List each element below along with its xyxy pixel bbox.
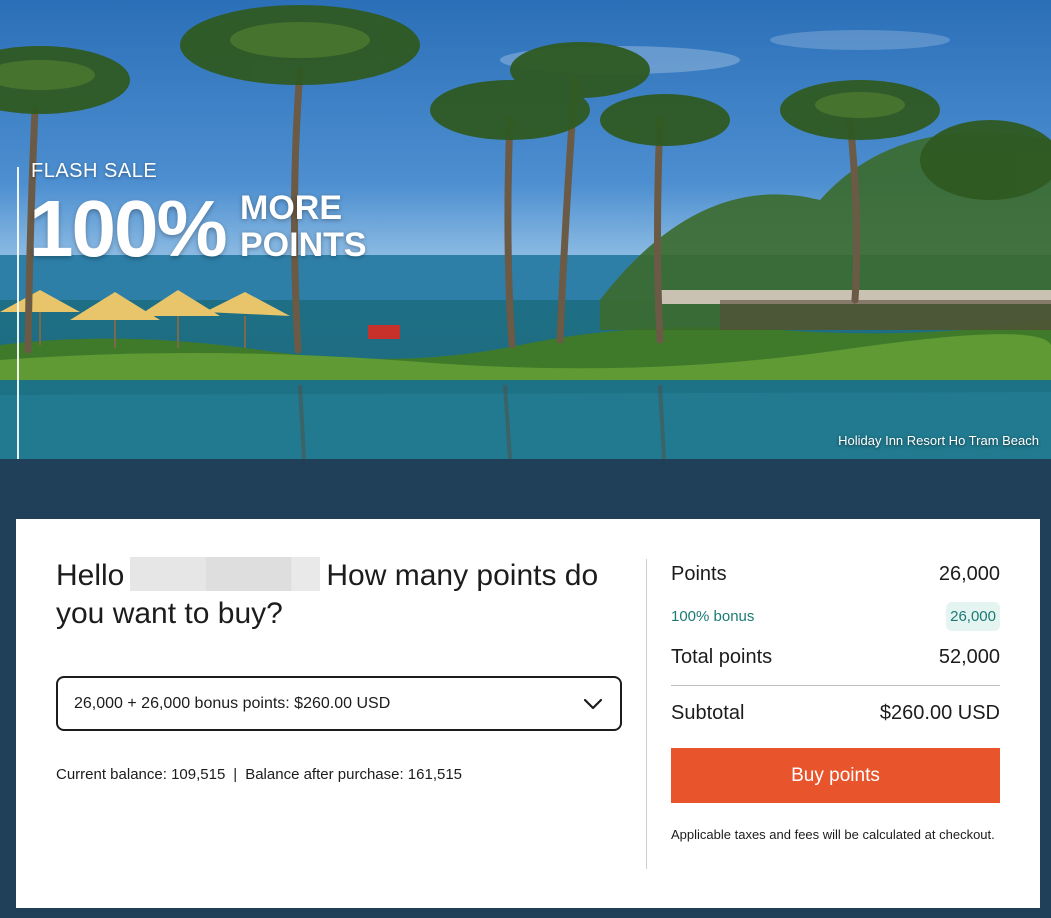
points-package-select[interactable]: 26,000 + 26,000 bonus points: $260.00 US… [56,676,622,731]
points-row: Points 26,000 [671,561,1000,587]
redacted-name [130,557,321,591]
balance-info: Current balance: 109,515 | Balance after p… [56,766,462,783]
taxes-note: Applicable taxes and fees will be calcul… [671,827,995,842]
promo-more-points: MORE POINTS [240,190,367,264]
promo-rule [17,167,19,459]
points-package-value: 26,000 + 26,000 bonus points: $260.00 US… [74,694,391,712]
subtotal-value: $260.00 USD [879,701,1000,724]
total-points-label: Total points [671,645,773,668]
hero-caption: Holiday Inn Resort Ho Tram Beach [838,433,1039,448]
subtotal-label: Subtotal [671,701,745,724]
balance-separator: | [233,766,238,783]
hero-banner: FLASH SALE 100% MORE POINTS Holiday Inn … [0,0,1051,459]
chevron-down-icon [583,698,603,709]
vertical-divider [646,559,647,869]
balance-after-purchase: Balance after purchase: 161,515 [245,766,463,783]
points-value: 26,000 [938,562,1000,585]
points-label: Points [671,562,727,585]
purchase-card: Hello How many points do you want to buy?… [16,519,1040,908]
buy-points-button[interactable]: Buy points [671,748,1000,803]
total-points-value: 52,000 [938,645,1000,668]
current-balance: Current balance: 109,515 [56,766,226,783]
greeting-prefix: Hello [56,559,125,592]
promo-percentage: 100% [29,184,228,273]
promo-more-line: MORE [240,189,342,227]
bonus-row: 100% bonus 26,000 [671,600,1000,632]
order-summary: Points 26,000 100% bonus 26,000 Total po… [671,561,1000,845]
summary-divider [671,685,1000,686]
promo-points-line: POINTS [240,226,367,264]
bonus-label: 100% bonus [671,607,755,625]
promo-eyebrow: FLASH SALE [31,160,158,182]
bonus-value: 26,000 [946,601,1000,631]
total-points-row: Total points 52,000 [671,644,1000,670]
subtotal-row: Subtotal $260.00 USD [671,699,1000,727]
greeting-heading: Hello How many points do you want to buy? [56,557,616,633]
